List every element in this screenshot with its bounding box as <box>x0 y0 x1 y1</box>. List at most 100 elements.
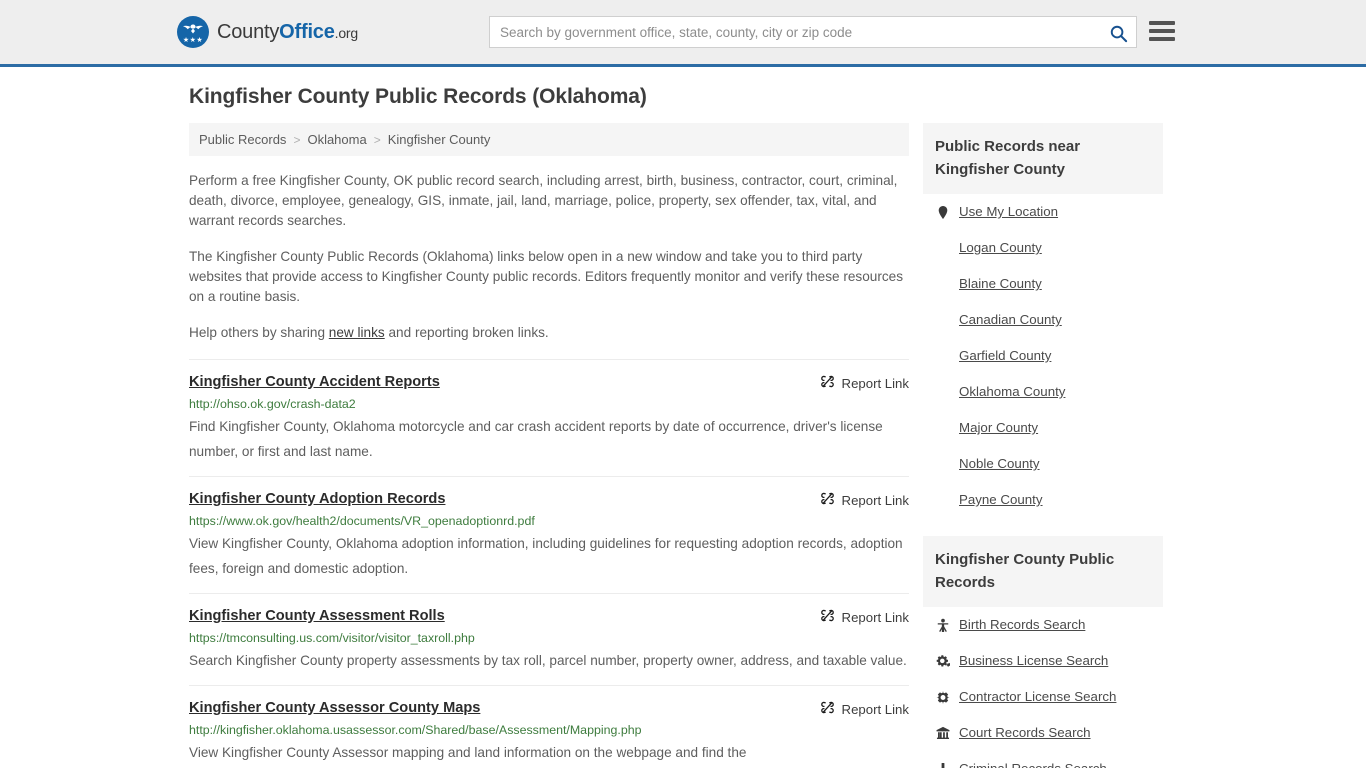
breadcrumb-item-public-records[interactable]: Public Records <box>199 132 286 147</box>
result-title-link[interactable]: Kingfisher County Adoption Records <box>189 490 445 508</box>
result-item: Kingfisher County Adoption Records Repor… <box>189 476 909 593</box>
hamburger-bar <box>1149 29 1175 33</box>
result-description: Search Kingfisher County property assess… <box>189 653 907 668</box>
report-link-label: Report Link <box>841 609 909 625</box>
list-item: Business License Search <box>923 643 1163 679</box>
result-list: Kingfisher County Accident Reports Repor… <box>189 359 909 768</box>
new-links-link[interactable]: new links <box>329 325 385 340</box>
hamburger-menu-icon[interactable] <box>1149 19 1175 43</box>
list-item: Logan County <box>923 230 1163 266</box>
result-url[interactable]: http://ohso.ok.gov/crash-data2 <box>189 397 909 412</box>
list-item: Garfield County <box>923 338 1163 374</box>
result-header: Kingfisher County Assessor County Maps R… <box>189 699 909 718</box>
nearby-county-link[interactable]: Noble County <box>959 455 1040 473</box>
site-header: ★★★ CountyOffice.org <box>0 0 1366 67</box>
broken-link-icon <box>820 608 835 626</box>
record-type-link[interactable]: Court Records Search <box>959 724 1091 742</box>
result-url[interactable]: http://kingfisher.oklahoma.usassessor.co… <box>189 723 909 738</box>
nearby-county-link[interactable]: Payne County <box>959 491 1043 509</box>
breadcrumb-item-kingfisher-county[interactable]: Kingfisher County <box>388 132 491 147</box>
report-link-button[interactable]: Report Link <box>820 608 909 626</box>
breadcrumb-separator: > <box>373 132 381 147</box>
result-description: View Kingfisher County Assessor mapping … <box>189 745 747 760</box>
list-item: Noble County <box>923 446 1163 482</box>
report-link-label: Report Link <box>841 492 909 508</box>
logo-text-org: .org <box>334 24 359 41</box>
search-area <box>489 16 1137 48</box>
hamburger-bar <box>1149 37 1175 41</box>
intro-paragraph-2: The Kingfisher County Public Records (Ok… <box>189 249 904 304</box>
help-suffix: and reporting broken links. <box>384 325 549 340</box>
record-type-link[interactable]: Business License Search <box>959 652 1108 670</box>
nearby-county-link[interactable]: Blaine County <box>959 275 1042 293</box>
list-item: Payne County <box>923 482 1163 518</box>
nearby-county-list: Use My Location Logan County Blaine County… <box>923 194 1163 518</box>
report-link-button[interactable]: Report Link <box>820 491 909 509</box>
search-input[interactable] <box>490 17 1136 47</box>
result-title-link[interactable]: Kingfisher County Accident Reports <box>189 373 440 391</box>
record-type-link[interactable]: Contractor License Search <box>959 688 1116 706</box>
bank-icon <box>935 726 950 741</box>
nearby-county-link[interactable]: Oklahoma County <box>959 383 1065 401</box>
nearby-county-link[interactable]: Logan County <box>959 239 1042 257</box>
result-url[interactable]: https://tmconsulting.us.com/visitor/visi… <box>189 631 909 646</box>
list-item: Court Records Search <box>923 715 1163 751</box>
nearby-county-link[interactable]: Garfield County <box>959 347 1051 365</box>
sidebar: Public Records near Kingfisher County Us… <box>923 123 1163 768</box>
result-title-link[interactable]: Kingfisher County Assessor County Maps <box>189 699 480 717</box>
intro-paragraph-1: Perform a free Kingfisher County, OK pub… <box>189 173 898 228</box>
list-item: Criminal Records Search <box>923 751 1163 768</box>
result-description: Find Kingfisher County, Oklahoma motorcy… <box>189 419 883 459</box>
hamburger-bar <box>1149 21 1175 25</box>
result-url[interactable]: https://www.ok.gov/health2/documents/VR_… <box>189 514 909 529</box>
intro-help-line: Help others by sharing new links and rep… <box>189 323 909 343</box>
county-public-records-heading: Kingfisher County Public Records <box>923 536 1163 607</box>
search-box[interactable] <box>489 16 1137 48</box>
public-records-near-heading: Public Records near Kingfisher County <box>923 123 1163 194</box>
broken-link-icon <box>820 700 835 718</box>
result-title-link[interactable]: Kingfisher County Assessment Rolls <box>189 607 445 625</box>
public-records-near-box: Public Records near Kingfisher County Us… <box>923 123 1163 518</box>
report-link-button[interactable]: Report Link <box>820 374 909 392</box>
cogs-icon <box>935 654 950 669</box>
logo-text-county: County <box>217 20 280 43</box>
nearby-county-link[interactable]: Canadian County <box>959 311 1062 329</box>
result-header: Kingfisher County Accident Reports Repor… <box>189 373 909 392</box>
gavel-icon <box>935 762 950 768</box>
list-item: Blaine County <box>923 266 1163 302</box>
broken-link-icon <box>820 374 835 392</box>
cog-icon <box>935 690 950 705</box>
breadcrumb-item-oklahoma[interactable]: Oklahoma <box>307 132 366 147</box>
nearby-county-link[interactable]: Use My Location <box>959 203 1058 221</box>
map-pin-icon <box>935 205 950 220</box>
list-item: Canadian County <box>923 302 1163 338</box>
report-link-button[interactable]: Report Link <box>820 700 909 718</box>
result-description: View Kingfisher County, Oklahoma adoptio… <box>189 536 903 576</box>
report-link-label: Report Link <box>841 701 909 717</box>
baby-icon <box>935 618 950 633</box>
broken-link-icon <box>820 491 835 509</box>
result-header: Kingfisher County Assessment Rolls Repor… <box>189 607 909 626</box>
list-item: Contractor License Search <box>923 679 1163 715</box>
report-link-label: Report Link <box>841 375 909 391</box>
page-container: Kingfisher County Public Records (Oklaho… <box>183 67 1183 768</box>
record-type-link[interactable]: Criminal Records Search <box>959 760 1107 768</box>
list-item: Major County <box>923 410 1163 446</box>
list-item: Oklahoma County <box>923 374 1163 410</box>
help-prefix: Help others by sharing <box>189 325 329 340</box>
result-item: Kingfisher County Accident Reports Repor… <box>189 359 909 476</box>
search-icon[interactable] <box>1106 21 1130 45</box>
site-logo[interactable]: ★★★ CountyOffice.org <box>177 16 358 48</box>
result-item: Kingfisher County Assessor County Maps R… <box>189 685 909 768</box>
record-type-link[interactable]: Birth Records Search <box>959 616 1085 634</box>
result-header: Kingfisher County Adoption Records Repor… <box>189 490 909 509</box>
nearby-county-link[interactable]: Major County <box>959 419 1038 437</box>
eagle-seal-icon: ★★★ <box>177 16 209 48</box>
result-item: Kingfisher County Assessment Rolls Repor… <box>189 593 909 685</box>
site-logo-text: CountyOffice.org <box>217 21 358 44</box>
breadcrumb: Public Records > Oklahoma > Kingfisher C… <box>189 123 909 156</box>
logo-text-office: Office <box>279 20 335 43</box>
main-content: Public Records > Oklahoma > Kingfisher C… <box>189 123 909 768</box>
list-item: Birth Records Search <box>923 607 1163 643</box>
logo-stars: ★★★ <box>182 37 204 44</box>
